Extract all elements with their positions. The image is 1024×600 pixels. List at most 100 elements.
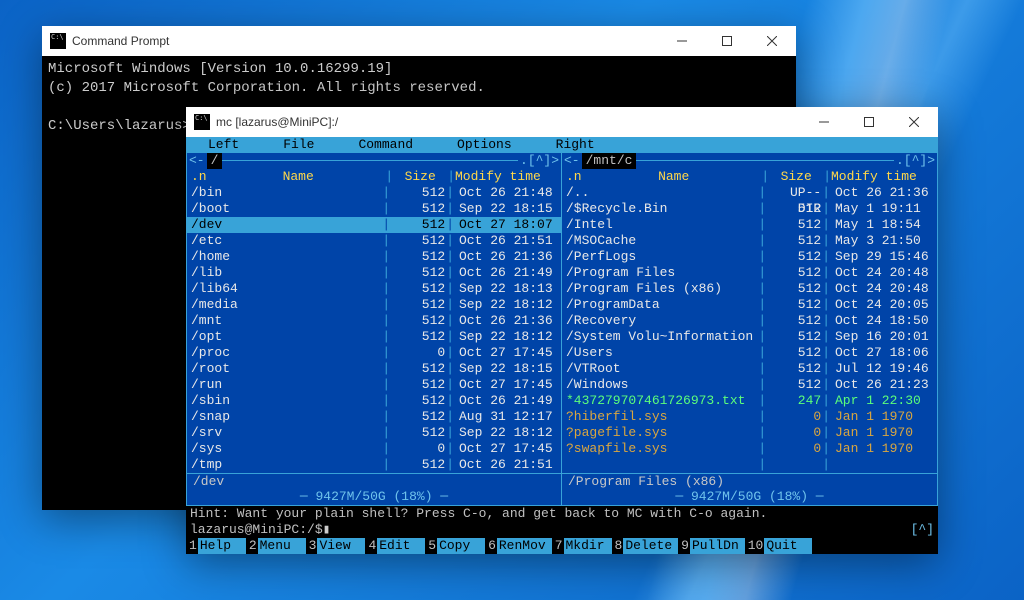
cmd-titlebar[interactable]: Command Prompt bbox=[42, 26, 796, 56]
fkey-copy[interactable]: 5Copy bbox=[425, 538, 485, 554]
minimize-button[interactable] bbox=[659, 26, 704, 56]
file-row[interactable]: /bin|512|Oct 26 21:48 bbox=[187, 185, 561, 201]
fkey-help[interactable]: 1Help bbox=[186, 538, 246, 554]
file-row[interactable]: /sbin|512|Oct 26 21:49 bbox=[187, 393, 561, 409]
file-row[interactable]: /Program Files (x86)|512|Oct 24 20:48 bbox=[562, 281, 937, 297]
fkey-num: 9 bbox=[678, 538, 690, 554]
fkey-menu[interactable]: 2Menu bbox=[246, 538, 306, 554]
file-name: /sbin bbox=[191, 393, 381, 409]
maximize-button[interactable] bbox=[846, 107, 891, 137]
file-row[interactable]: ?swapfile.sys|0|Jan 1 1970 bbox=[562, 441, 937, 457]
file-mtime: Oct 26 21:49 bbox=[455, 393, 557, 409]
right-hdr-right[interactable]: .[^]> bbox=[894, 153, 937, 169]
file-name: /proc bbox=[191, 345, 381, 361]
file-row[interactable]: /srv|512|Sep 22 18:12 bbox=[187, 425, 561, 441]
file-row[interactable]: /PerfLogs|512|Sep 29 15:46 bbox=[562, 249, 937, 265]
file-row[interactable]: /boot|512|Sep 22 18:15 bbox=[187, 201, 561, 217]
col-name[interactable]: Name bbox=[211, 169, 385, 185]
file-row[interactable]: /sys|0|Oct 27 17:45 bbox=[187, 441, 561, 457]
file-row[interactable]: /Intel|512|May 1 18:54 bbox=[562, 217, 937, 233]
file-mtime: Oct 24 20:05 bbox=[831, 297, 933, 313]
file-name: /Recovery bbox=[566, 313, 757, 329]
left-hdr-left[interactable]: <- bbox=[187, 153, 207, 169]
corner-indicator: [^] bbox=[911, 522, 934, 538]
file-row[interactable]: /proc|0|Oct 27 17:45 bbox=[187, 345, 561, 361]
left-hdr-right[interactable]: .[^]> bbox=[518, 153, 561, 169]
file-row[interactable]: ?pagefile.sys|0|Jan 1 1970 bbox=[562, 425, 937, 441]
file-name: /boot bbox=[191, 201, 381, 217]
file-row[interactable]: /Recovery|512|Oct 24 18:50 bbox=[562, 313, 937, 329]
col-size[interactable]: Size bbox=[769, 169, 823, 185]
file-row[interactable]: /opt|512|Sep 22 18:12 bbox=[187, 329, 561, 345]
file-row[interactable]: /media|512|Sep 22 18:12 bbox=[187, 297, 561, 313]
mc-shell-prompt-line[interactable]: lazarus@MiniPC:/$ [^] bbox=[186, 522, 938, 538]
file-row[interactable]: /mnt|512|Oct 26 21:36 bbox=[187, 313, 561, 329]
fkey-mkdir[interactable]: 7Mkdir bbox=[552, 538, 612, 554]
col-size[interactable]: Size bbox=[393, 169, 447, 185]
right-hdr-left[interactable]: <- bbox=[562, 153, 582, 169]
file-row[interactable]: /$Recycle.Bin|512|May 1 19:11 bbox=[562, 201, 937, 217]
fkey-renmov[interactable]: 6RenMov bbox=[485, 538, 552, 554]
col-mtime[interactable]: Modify time bbox=[831, 169, 933, 185]
mc-right-panel[interactable]: <- /mnt/c .[^]>.nName|Size|Modify time/.… bbox=[562, 153, 938, 506]
menu-options[interactable]: Options bbox=[435, 137, 534, 153]
file-name: /bin bbox=[191, 185, 381, 201]
left-path[interactable]: / bbox=[207, 153, 223, 169]
fkey-label: Delete bbox=[623, 538, 678, 554]
menu-file[interactable]: File bbox=[261, 137, 336, 153]
col-n[interactable]: .n bbox=[566, 169, 586, 185]
file-row[interactable]: /MSOCache|512|May 3 21:50 bbox=[562, 233, 937, 249]
file-row[interactable]: /System Volu~Information|512|Sep 16 20:0… bbox=[562, 329, 937, 345]
mc-terminal[interactable]: Left File Command Options Right <- / .[^… bbox=[186, 137, 938, 554]
file-row[interactable]: ?hiberfil.sys|0|Jan 1 1970 bbox=[562, 409, 937, 425]
close-button[interactable] bbox=[891, 107, 936, 137]
file-size: 512 bbox=[391, 393, 445, 409]
fkey-edit[interactable]: 4Edit bbox=[365, 538, 425, 554]
file-row[interactable]: /Windows|512|Oct 26 21:23 bbox=[562, 377, 937, 393]
file-row[interactable]: /lib64|512|Sep 22 18:13 bbox=[187, 281, 561, 297]
menu-left[interactable]: Left bbox=[186, 137, 261, 153]
cmd-title: Command Prompt bbox=[72, 34, 659, 48]
col-mtime[interactable]: Modify time bbox=[455, 169, 557, 185]
file-row[interactable]: /run|512|Oct 27 17:45 bbox=[187, 377, 561, 393]
file-row[interactable]: /VTRoot|512|Jul 12 19:46 bbox=[562, 361, 937, 377]
file-row[interactable]: /tmp|512|Oct 26 21:51 bbox=[187, 457, 561, 473]
maximize-button[interactable] bbox=[704, 26, 749, 56]
file-row[interactable]: *437279707461726973.txt|247|Apr 1 22:30 bbox=[562, 393, 937, 409]
close-button[interactable] bbox=[749, 26, 794, 56]
file-name: /Intel bbox=[566, 217, 757, 233]
right-path[interactable]: /mnt/c bbox=[582, 153, 637, 169]
fkey-delete[interactable]: 8Delete bbox=[612, 538, 679, 554]
file-row[interactable]: /Users|512|Oct 27 18:06 bbox=[562, 345, 937, 361]
menu-right[interactable]: Right bbox=[534, 137, 617, 153]
file-row[interactable]: /lib|512|Oct 26 21:49 bbox=[187, 265, 561, 281]
file-row[interactable]: /Program Files|512|Oct 24 20:48 bbox=[562, 265, 937, 281]
mc-left-panel[interactable]: <- / .[^]>.nName|Size|Modify time/bin|51… bbox=[186, 153, 562, 506]
cmd-line2: (c) 2017 Microsoft Corporation. All righ… bbox=[48, 80, 485, 96]
file-name: /srv bbox=[191, 425, 381, 441]
file-name: /tmp bbox=[191, 457, 381, 473]
file-name: /opt bbox=[191, 329, 381, 345]
fkey-view[interactable]: 3View bbox=[306, 538, 366, 554]
file-row[interactable]: /dev|512|Oct 27 18:07 bbox=[187, 217, 561, 233]
cursor-icon bbox=[323, 522, 331, 538]
menu-command[interactable]: Command bbox=[336, 137, 435, 153]
col-n[interactable]: .n bbox=[191, 169, 211, 185]
file-row[interactable]: /etc|512|Oct 26 21:51 bbox=[187, 233, 561, 249]
mc-titlebar[interactable]: mc [lazarus@MiniPC]:/ bbox=[186, 107, 938, 137]
fkey-num: 2 bbox=[246, 538, 258, 554]
fkey-pulldn[interactable]: 9PullDn bbox=[678, 538, 745, 554]
fkey-quit[interactable]: 10Quit bbox=[745, 538, 813, 554]
file-row[interactable]: /home|512|Oct 26 21:36 bbox=[187, 249, 561, 265]
file-row[interactable]: /snap|512|Aug 31 12:17 bbox=[187, 409, 561, 425]
file-row[interactable]: /..|UP--DIR|Oct 26 21:36 bbox=[562, 185, 937, 201]
file-size: 512 bbox=[767, 361, 821, 377]
file-mtime: Jan 1 1970 bbox=[831, 409, 933, 425]
minimize-button[interactable] bbox=[801, 107, 846, 137]
file-size: 512 bbox=[767, 265, 821, 281]
file-name: ?pagefile.sys bbox=[566, 425, 757, 441]
file-name: /sys bbox=[191, 441, 381, 457]
file-row[interactable]: /ProgramData|512|Oct 24 20:05 bbox=[562, 297, 937, 313]
col-name[interactable]: Name bbox=[586, 169, 761, 185]
file-row[interactable]: /root|512|Sep 22 18:15 bbox=[187, 361, 561, 377]
